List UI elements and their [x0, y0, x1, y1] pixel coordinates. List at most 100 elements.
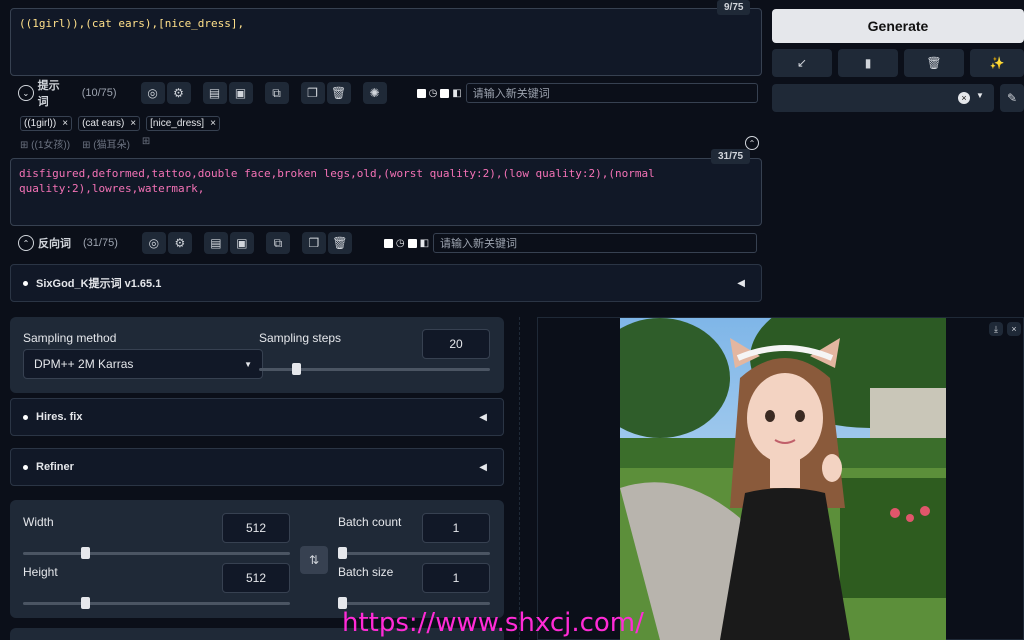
prompt-tag[interactable]: ((1girl)) ×: [20, 116, 73, 131]
width-input[interactable]: 512: [222, 513, 290, 543]
panel-icon: ◧: [452, 87, 462, 99]
slider-thumb[interactable]: [81, 547, 90, 559]
negative-prompt-textbox[interactable]: disfigured,deformed,tattoo,double face,b…: [10, 158, 762, 226]
refiner-label: Refiner: [36, 461, 74, 473]
prompt-tag[interactable]: [nice_dress] ×: [146, 116, 220, 131]
checkbox-1[interactable]: [416, 88, 426, 98]
generated-image-illustration: [620, 318, 946, 640]
prompt-keyword-input[interactable]: 请输入新关键词: [465, 83, 758, 103]
edit-icon[interactable]: ✎: [1000, 84, 1024, 112]
chevron-down-icon: ⌄: [18, 85, 34, 101]
batch-count-input[interactable]: 1: [422, 513, 490, 543]
globe-icon[interactable]: ◎: [141, 232, 166, 254]
batch-count-label: Batch count: [338, 515, 402, 529]
document-icon[interactable]: ▤: [203, 232, 228, 254]
tag-translation: ⊞ (猫耳朵): [82, 140, 130, 151]
translate-icon[interactable]: ⧉: [265, 232, 290, 254]
slider-thumb[interactable]: [292, 363, 302, 375]
dimensions-panel: Width 512 Height 512 ⇅ Batch count 1 Bat…: [10, 500, 504, 618]
clipboard-icon[interactable]: ▮: [838, 49, 898, 77]
hires-fix-label: Hires. fix: [36, 411, 83, 423]
gear-icon[interactable]: ⚙: [167, 232, 192, 254]
batch-size-slider[interactable]: [338, 597, 490, 609]
document-icon[interactable]: ▤: [202, 82, 227, 104]
batch-size-input[interactable]: 1: [422, 563, 490, 593]
openai-icon[interactable]: ✺: [362, 82, 387, 104]
download-icon[interactable]: ⤓: [989, 322, 1003, 336]
height-slider[interactable]: [23, 597, 290, 609]
bullet-icon: [23, 280, 28, 286]
prompt-toggle[interactable]: ⌄ 提示词 (10/75): [18, 77, 117, 109]
copy-icon[interactable]: ❐: [300, 82, 325, 104]
caret-down-icon: ▼: [244, 359, 252, 369]
height-label: Height: [23, 565, 58, 579]
negative-prompt-text[interactable]: disfigured,deformed,tattoo,double face,b…: [11, 159, 761, 203]
batch-count-slider[interactable]: [338, 547, 490, 559]
close-icon[interactable]: ×: [210, 118, 216, 129]
prompt-text[interactable]: ((1girl)),(cat ears),[nice_dress],: [11, 9, 761, 38]
negative-toolbar-label: 反向词: [38, 238, 71, 250]
prompt-tag[interactable]: (cat ears) ×: [78, 116, 141, 131]
caret-down-icon[interactable]: ▼: [976, 91, 984, 100]
width-label: Width: [23, 515, 54, 529]
collapse-triangle-icon[interactable]: ◀: [479, 462, 487, 473]
generate-button[interactable]: Generate: [772, 9, 1024, 43]
styles-dropdown[interactable]: × ▼: [772, 84, 994, 112]
chevron-up-icon[interactable]: ⌃: [745, 136, 759, 150]
collapse-triangle-icon[interactable]: ◀: [479, 412, 487, 423]
sampling-panel: Sampling method DPM++ 2M Karras ▼ Sampli…: [10, 317, 504, 393]
trash-icon[interactable]: 🗑: [326, 82, 351, 104]
negative-toolbar-count: (31/75): [83, 237, 118, 249]
slider-thumb[interactable]: [338, 547, 347, 559]
prompt-toolbar-count: (10/75): [81, 87, 117, 99]
bookmark-icon[interactable]: ▣: [228, 82, 253, 104]
negative-keyword-input[interactable]: 请输入新关键词: [433, 233, 758, 253]
clear-icon[interactable]: ×: [958, 92, 970, 104]
arrow-down-left-icon[interactable]: ↙: [772, 49, 832, 77]
sampling-steps-label: Sampling steps: [259, 331, 342, 345]
prompt-textbox[interactable]: ((1girl)),(cat ears),[nice_dress],: [10, 8, 762, 76]
close-icon[interactable]: ×: [130, 118, 136, 129]
translate-icon[interactable]: ⧉: [264, 82, 289, 104]
checkbox-2[interactable]: [407, 238, 417, 248]
bullet-icon: [23, 464, 28, 470]
column-divider: [519, 317, 520, 640]
sixgod-extension-accordion[interactable]: SixGod_K提示词 v1.65.1 ◀: [10, 264, 762, 302]
sampling-steps-input[interactable]: 20: [422, 329, 490, 359]
refiner-accordion[interactable]: Refiner ◀: [10, 448, 504, 486]
prompt-token-counter: 9/75: [717, 0, 751, 15]
negative-toggle[interactable]: ⌃ 反向词 (31/75): [18, 235, 118, 251]
clock-icon: ◷: [395, 237, 405, 249]
hires-fix-accordion[interactable]: Hires. fix ◀: [10, 398, 504, 436]
collapse-triangle-icon[interactable]: ◀: [737, 278, 745, 289]
bookmark-icon[interactable]: ▣: [229, 232, 254, 254]
close-icon[interactable]: ×: [1007, 322, 1021, 336]
clock-icon: ◷: [428, 87, 438, 99]
sampling-method-select[interactable]: DPM++ 2M Karras ▼: [23, 349, 263, 379]
swap-dimensions-button[interactable]: ⇅: [300, 546, 328, 574]
copy-icon[interactable]: ❐: [301, 232, 326, 254]
width-slider[interactable]: [23, 547, 290, 559]
trash-icon[interactable]: 🗑: [327, 232, 352, 254]
prompt-toolbar-label: 提示词: [37, 80, 60, 108]
prompt-tag-translations: ⊞ ((1女孩)) ⊞ (猫耳朵) ⊞: [20, 136, 150, 151]
negative-toolbar: ⌃ 反向词 (31/75) ◎ ⚙ ▤ ▣ ⧉ ❐ 🗑 ◷ ◧ 请输入新关键词: [18, 232, 758, 254]
gear-icon[interactable]: ⚙: [166, 82, 191, 104]
prompt-tag-list: ((1girl)) × (cat ears) × [nice_dress] ×: [20, 116, 226, 131]
tag-translation: ⊞ ((1女孩)): [20, 140, 71, 151]
globe-icon[interactable]: ◎: [140, 82, 165, 104]
magic-wand-icon[interactable]: ✨: [970, 49, 1024, 77]
generated-image[interactable]: [620, 318, 946, 640]
checkbox-2[interactable]: [440, 88, 450, 98]
close-icon[interactable]: ×: [62, 118, 68, 129]
height-input[interactable]: 512: [222, 563, 290, 593]
tag-translation-empty: ⊞: [141, 136, 151, 147]
chevron-up-icon: ⌃: [18, 235, 34, 251]
batch-size-label: Batch size: [338, 565, 394, 579]
slider-thumb[interactable]: [81, 597, 90, 609]
sampling-steps-slider[interactable]: [259, 363, 490, 375]
checkbox-1[interactable]: [383, 238, 393, 248]
prompt-toolbar: ⌄ 提示词 (10/75) ◎ ⚙ ▤ ▣ ⧉ ❐ 🗑 ✺ ◷ ◧ 请输入新关键…: [18, 80, 758, 108]
watermark-text: https://www.shxcj.com/: [342, 608, 644, 638]
trash-icon[interactable]: 🗑: [904, 49, 964, 77]
